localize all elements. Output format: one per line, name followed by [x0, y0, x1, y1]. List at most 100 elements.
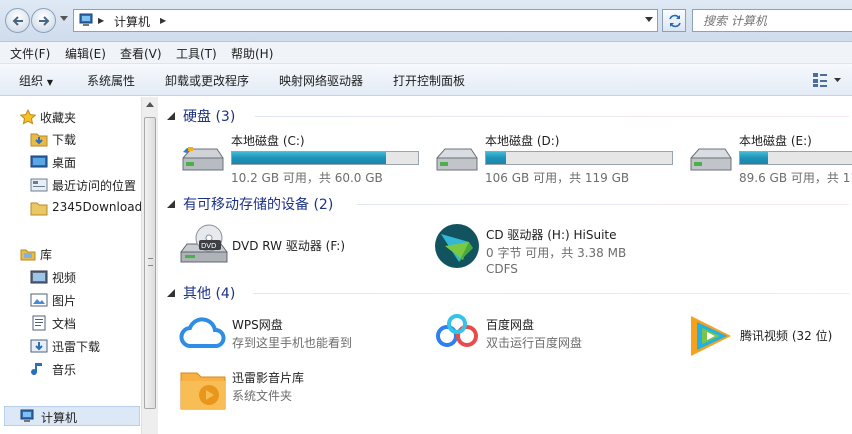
device-name: DVD RW 驱动器 (F:): [232, 239, 346, 253]
group-header-removable[interactable]: 有可移动存储的设备 (2): [167, 194, 849, 214]
sidebar-label: 视频: [52, 271, 77, 285]
item-description: 系统文件夹: [232, 389, 293, 403]
refresh-icon: [669, 14, 681, 28]
recent-places-icon: [30, 178, 48, 192]
drive-capacity: 89.6 GB 可用，共 11: [739, 171, 852, 185]
drive-e[interactable]: 本地磁盘 (E:) 89.6 GB 可用，共 11: [687, 132, 852, 188]
collapse-arrow-icon[interactable]: [167, 200, 175, 208]
refresh-button[interactable]: [662, 9, 686, 32]
cd-drive-h-hisuite[interactable]: CD 驱动器 (H:) HiSuite 0 字节 可用，共 3.38 MB CD…: [433, 222, 663, 276]
drive-d[interactable]: 本地磁盘 (D:) 106 GB 可用，共 119 GB: [433, 132, 693, 188]
navigation-pane: 收藏夹 下载 桌面 最近访问的位置 2345Downloads 库 视频 图片 …: [0, 97, 158, 434]
usage-bar: [739, 151, 852, 165]
group-divider: [357, 204, 849, 205]
sidebar-libraries[interactable]: 库: [18, 244, 140, 264]
drive-capacity: 106 GB 可用，共 119 GB: [485, 171, 630, 185]
group-divider: [253, 293, 849, 294]
content-pane: 硬盘 (3) 本地磁盘 (C:) 10.2 GB 可用，共 60.0 GB 本地…: [159, 97, 852, 434]
breadcrumb-separator[interactable]: ▶: [98, 16, 104, 25]
xunlei-video-library[interactable]: 迅雷影音片库 系统文件夹: [179, 365, 409, 415]
forward-arrow-icon: [39, 16, 50, 26]
sidebar-label: 2345Downloads: [52, 200, 149, 214]
sidebar-label: 文档: [52, 317, 77, 331]
sidebar-item-downloads[interactable]: 下载: [18, 129, 140, 149]
sidebar-item-2345downloads[interactable]: 2345Downloads: [18, 198, 148, 218]
computer-icon: [79, 13, 93, 26]
sidebar-favorites[interactable]: 收藏夹: [18, 107, 140, 127]
back-button[interactable]: [5, 8, 30, 33]
drive-name: 本地磁盘 (E:): [739, 134, 812, 148]
menu-tools[interactable]: 工具(T): [176, 45, 217, 62]
baidu-netdisk-icon: [436, 314, 478, 347]
group-title: 有可移动存储的设备 (2): [183, 197, 334, 213]
sidebar-item-recent-places[interactable]: 最近访问的位置: [18, 175, 140, 195]
chevron-down-icon: ▼: [46, 78, 53, 87]
sidebar-item-desktop[interactable]: 桌面: [18, 152, 140, 172]
usage-bar: [485, 151, 673, 165]
group-title: 其他 (4): [183, 286, 236, 302]
organize-button[interactable]: 组织 ▼: [19, 72, 53, 89]
sidebar-label: 下载: [52, 133, 77, 147]
hard-drive-icon: [436, 148, 478, 171]
document-library-icon: [32, 315, 46, 331]
item-name: WPS网盘: [232, 318, 283, 332]
wps-cloud-drive[interactable]: WPS网盘 存到这里手机也能看到: [179, 312, 409, 362]
change-view-icon[interactable]: [812, 72, 842, 88]
usage-bar-fill: [486, 152, 507, 164]
video-library-icon: [30, 270, 48, 284]
sidebar-label: 收藏夹: [40, 111, 77, 125]
usage-bar-fill: [232, 152, 387, 164]
sidebar-item-documents[interactable]: 文档: [18, 313, 140, 333]
computer-icon: [20, 409, 34, 422]
address-box[interactable]: ▶ 计算机 ▶: [73, 9, 658, 32]
scrollbar-grip: [148, 258, 153, 266]
baidu-netdisk[interactable]: 百度网盘 双击运行百度网盘: [433, 312, 663, 362]
sidebar-item-xunlei-downloads[interactable]: 迅雷下载: [18, 336, 140, 356]
forward-button[interactable]: [31, 8, 56, 33]
open-control-panel-button[interactable]: 打开控制面板: [393, 72, 465, 89]
dvd-drive-f[interactable]: DVD DVD RW 驱动器 (F:): [179, 222, 409, 272]
search-input[interactable]: [693, 10, 852, 31]
map-network-drive-button[interactable]: 映射网络驱动器: [279, 72, 363, 89]
drive-name: 本地磁盘 (C:): [231, 134, 305, 148]
sidebar-scrollbar[interactable]: [141, 97, 158, 434]
uninstall-program-button[interactable]: 卸载或更改程序: [165, 72, 249, 89]
menu-view[interactable]: 查看(V): [120, 45, 162, 62]
collapse-arrow-icon[interactable]: [167, 289, 175, 297]
sidebar-label: 计算机: [41, 411, 78, 425]
organize-label: 组织: [19, 74, 44, 88]
item-description: 存到这里手机也能看到: [232, 336, 353, 350]
usage-bar: [231, 151, 419, 165]
sidebar-item-pictures[interactable]: 图片: [18, 290, 140, 310]
sidebar-label: 最近访问的位置: [52, 179, 137, 193]
scroll-up-icon[interactable]: [146, 102, 154, 108]
sidebar-item-videos[interactable]: 视频: [18, 267, 140, 287]
address-bar-row: ▶ 计算机 ▶: [0, 0, 852, 42]
menu-file[interactable]: 文件(F): [10, 45, 50, 62]
svg-text:DVD: DVD: [201, 242, 216, 250]
breadcrumb-separator[interactable]: ▶: [160, 16, 166, 25]
collapse-arrow-icon[interactable]: [167, 112, 175, 120]
address-history-dropdown-icon[interactable]: [645, 17, 653, 23]
scrollbar-thumb[interactable]: [144, 117, 156, 409]
video-folder-icon: [180, 372, 226, 410]
usage-bar-fill: [740, 152, 768, 164]
item-name: 迅雷影音片库: [232, 371, 305, 385]
group-header-other[interactable]: 其他 (4): [167, 283, 849, 303]
recent-pages-dropdown-icon[interactable]: [60, 16, 68, 22]
search-box[interactable]: [692, 9, 852, 32]
library-icon: [20, 249, 36, 261]
menu-edit[interactable]: 编辑(E): [65, 45, 106, 62]
system-properties-button[interactable]: 系统属性: [87, 72, 135, 89]
breadcrumb-computer[interactable]: 计算机: [114, 13, 150, 30]
menu-help[interactable]: 帮助(H): [231, 45, 273, 62]
sidebar-item-computer[interactable]: 计算机: [4, 406, 140, 426]
group-header-hdd[interactable]: 硬盘 (3): [167, 106, 849, 126]
group-divider: [255, 116, 849, 117]
sidebar-item-music[interactable]: 音乐: [18, 359, 140, 379]
hard-drive-icon: [690, 148, 732, 171]
drive-c[interactable]: 本地磁盘 (C:) 10.2 GB 可用，共 60.0 GB: [179, 132, 439, 188]
device-filesystem: CDFS: [486, 262, 518, 276]
sidebar-label: 图片: [52, 294, 77, 308]
tencent-video[interactable]: 腾讯视频 (32 位): [687, 312, 852, 362]
